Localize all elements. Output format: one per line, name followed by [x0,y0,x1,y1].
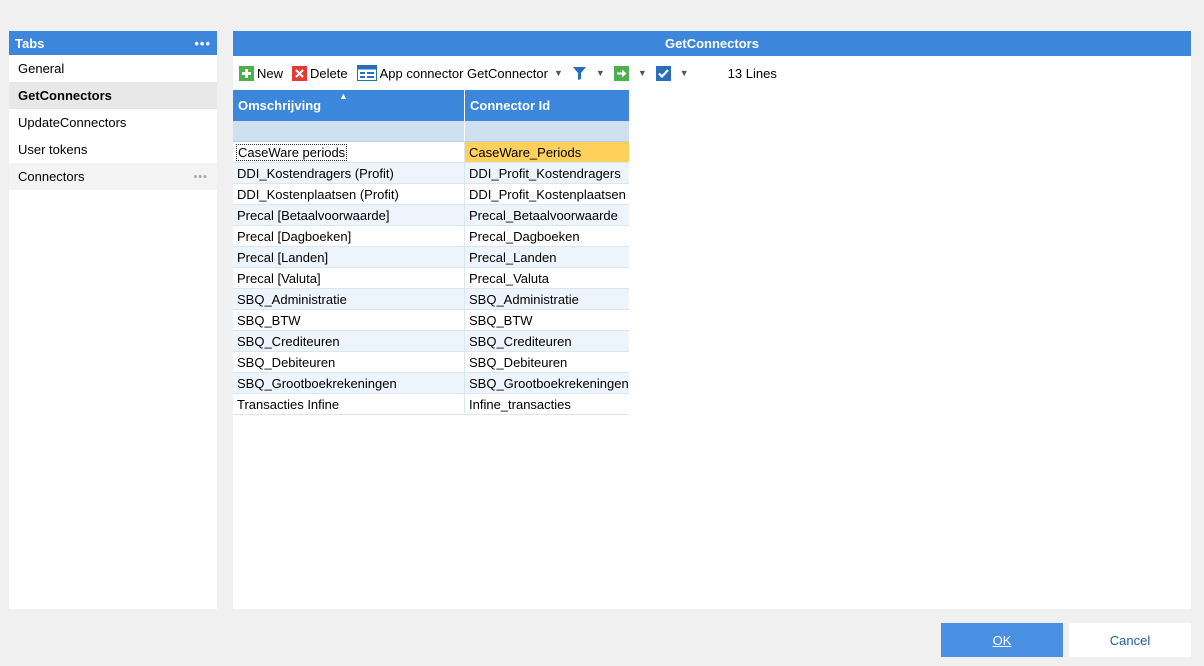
cell-connector-id[interactable]: SBQ_Grootboekrekeningen [465,373,629,394]
select-dropdown[interactable]: ▼ [655,65,689,81]
chevron-down-icon: ▼ [553,68,563,78]
app-connector-dropdown[interactable]: App connector GetConnector ▼ [356,65,563,81]
table-row[interactable]: DDI_Kostenplaatsen (Profit) DDI_Profit_Ko… [233,184,629,205]
grid-header: ▲ Omschrijving Connector Id [233,90,629,121]
cell-omschrijving[interactable]: CaseWare periods [233,142,465,163]
tabs-title: Tabs [15,35,45,51]
new-button-label: New [257,65,284,81]
getconnectors-panel: GetConnectors New Delete App connector G… [233,31,1191,609]
cell-omschrijving[interactable]: SBQ_Grootboekrekeningen [233,373,465,394]
cell-omschrijving[interactable]: Precal [Landen] [233,247,465,268]
tabs-header: Tabs ••• [9,31,217,55]
column-header-omschrijving[interactable]: ▲ Omschrijving [233,90,465,121]
table-row[interactable]: SBQ_Debiteuren SBQ_Debiteuren [233,352,629,373]
toolbar: New Delete App connector GetConnector ▼ … [233,56,1191,90]
app-connector-label: App connector GetConnector [379,65,548,81]
cell-connector-id[interactable]: DDI_Profit_Kostendragers [465,163,629,184]
export-dropdown[interactable]: ▼ [613,65,647,81]
tabs-panel: Tabs ••• General GetConnectors UpdateCon… [9,31,217,609]
cell-connector-id[interactable]: Precal_Landen [465,247,629,268]
column-header-connector-id[interactable]: Connector Id [465,90,629,121]
app-connector-icon [356,65,377,81]
sidebar-item-label: User tokens [18,142,88,157]
chevron-down-icon: ▼ [637,68,647,78]
delete-icon [292,65,308,81]
plus-icon [239,65,254,81]
table-row[interactable]: SBQ_Administratie SBQ_Administratie [233,289,629,310]
table-row[interactable]: Precal [Dagboeken] Precal_Dagboeken [233,226,629,247]
grid-filter-row[interactable] [233,121,629,142]
cell-omschrijving[interactable]: Precal [Valuta] [233,268,465,289]
panel-title: GetConnectors [233,31,1191,56]
sidebar-item-label: General [18,61,65,76]
checkbox-icon [655,65,671,81]
cell-connector-id[interactable]: DDI_Profit_Kostenplaatsen [465,184,629,205]
sidebar-item-label: GetConnectors [18,88,112,103]
lines-count: 13 Lines [727,65,777,81]
sidebar-item-label: Connectors [18,169,85,184]
cell-connector-id[interactable]: SBQ_Crediteuren [465,331,629,352]
connectors-grid: ▲ Omschrijving Connector Id CaseWare per… [233,90,629,415]
cancel-button-label: Cancel [1109,632,1151,648]
cell-omschrijving[interactable]: SBQ_Administratie [233,289,465,310]
sidebar-item-connectors[interactable]: Connectors ••• [9,163,217,190]
cell-connector-id[interactable]: Infine_transacties [465,394,629,415]
cell-omschrijving[interactable]: Precal [Betaalvoorwaarde] [233,205,465,226]
new-button[interactable]: New [239,65,284,81]
cell-omschrijving[interactable]: Transacties Infine [233,394,465,415]
export-arrow-icon [613,65,629,81]
cell-connector-id[interactable]: Precal_Dagboeken [465,226,629,247]
table-row[interactable]: SBQ_BTW SBQ_BTW [233,310,629,331]
cell-connector-id[interactable]: SBQ_Administratie [465,289,629,310]
table-row[interactable]: SBQ_Grootboekrekeningen SBQ_Grootboekreke… [233,373,629,394]
cell-omschrijving[interactable]: SBQ_BTW [233,310,465,331]
cancel-button[interactable]: Cancel [1069,623,1191,657]
ok-button-label: OK [992,632,1012,648]
more-icon[interactable]: ••• [193,171,208,183]
table-row[interactable]: Precal [Valuta] Precal_Valuta [233,268,629,289]
filter-icon [572,66,587,81]
cell-connector-id[interactable]: SBQ_BTW [465,310,629,331]
tabs-menu-icon[interactable]: ••• [194,36,211,51]
cell-connector-id[interactable]: Precal_Betaalvoorwaarde [465,205,629,226]
table-row[interactable]: Precal [Landen] Precal_Landen [233,247,629,268]
cell-omschrijving[interactable]: SBQ_Crediteuren [233,331,465,352]
chevron-down-icon: ▼ [679,68,689,78]
cell-omschrijving[interactable]: DDI_Kostenplaatsen (Profit) [233,184,465,205]
grid-body: CaseWare periods CaseWare_Periods DDI_Kost… [233,142,629,415]
sidebar-item-label: UpdateConnectors [18,115,127,130]
table-row[interactable]: Precal [Betaalvoorwaarde] Precal_Betaalvo… [233,205,629,226]
cell-connector-id[interactable]: SBQ_Debiteuren [465,352,629,373]
filter-cell-omschrijving[interactable] [233,121,465,142]
cell-connector-id[interactable]: CaseWare_Periods [465,142,629,163]
sidebar-item-getconnectors[interactable]: GetConnectors [9,82,217,109]
ok-button[interactable]: OK [941,623,1063,657]
chevron-down-icon: ▼ [595,68,605,78]
table-row[interactable]: Transacties Infine Infine_transacties [233,394,629,415]
sidebar-item-general[interactable]: General [9,55,217,82]
table-row[interactable]: SBQ_Crediteuren SBQ_Crediteuren [233,331,629,352]
table-row[interactable]: DDI_Kostendragers (Profit) DDI_Profit_Kos… [233,163,629,184]
filter-cell-connector-id[interactable] [465,121,629,142]
table-row[interactable]: CaseWare periods CaseWare_Periods [233,142,629,163]
cell-omschrijving[interactable]: SBQ_Debiteuren [233,352,465,373]
filter-dropdown[interactable]: ▼ [572,66,605,81]
cell-omschrijving[interactable]: DDI_Kostendragers (Profit) [233,163,465,184]
delete-button-label: Delete [310,65,348,81]
sidebar-item-updateconnectors[interactable]: UpdateConnectors [9,109,217,136]
sidebar-item-user-tokens[interactable]: User tokens [9,136,217,163]
delete-button[interactable]: Delete [292,65,348,81]
cell-connector-id[interactable]: Precal_Valuta [465,268,629,289]
cell-omschrijving[interactable]: Precal [Dagboeken] [233,226,465,247]
sort-ascending-icon: ▲ [339,91,348,101]
